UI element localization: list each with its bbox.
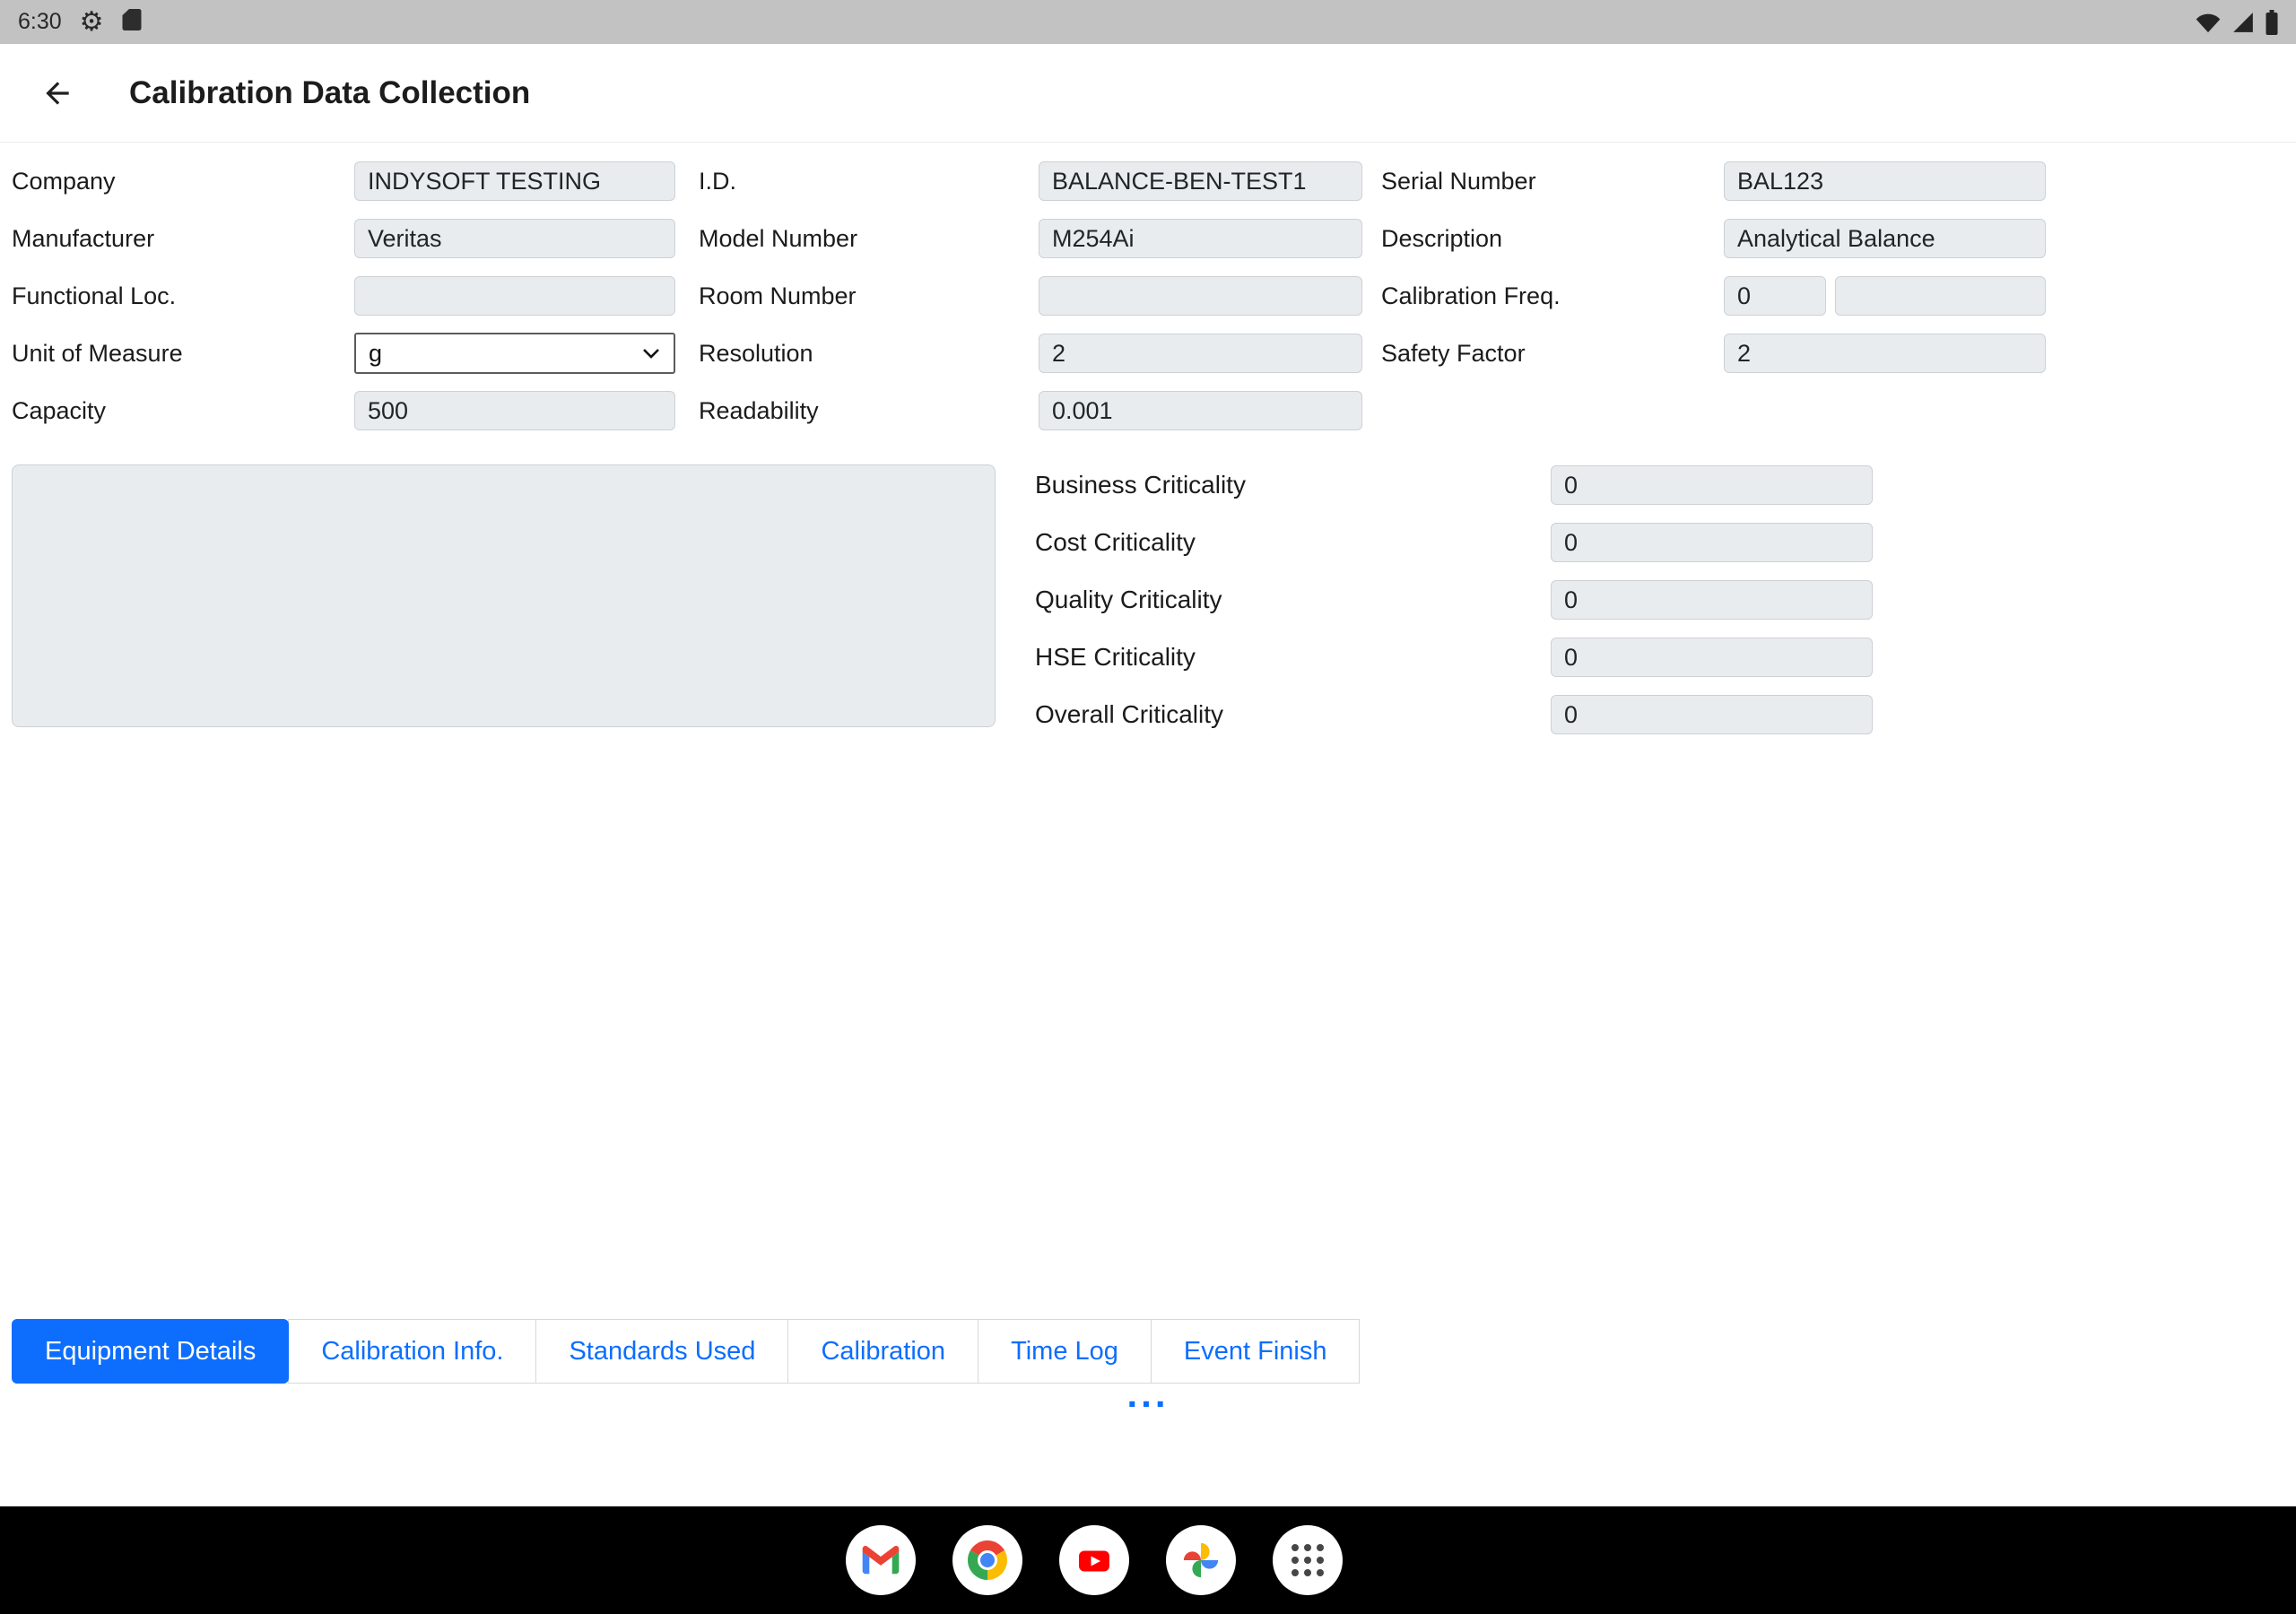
battery-icon	[2266, 10, 2278, 35]
company-input[interactable]	[354, 161, 675, 201]
tab-calibration[interactable]: Calibration	[787, 1319, 978, 1384]
sd-card-icon	[122, 8, 142, 36]
safety-factor-input[interactable]	[1724, 334, 2046, 373]
form-column-left: Company Manufacturer Functional Loc. Uni…	[12, 161, 675, 448]
unit-of-measure-select[interactable]: g	[354, 333, 675, 374]
tabs-overflow-dots[interactable]: ...	[0, 1375, 2296, 1413]
capacity-input[interactable]	[354, 391, 675, 430]
id-label: I.D.	[699, 168, 1039, 195]
wifi-icon	[2196, 10, 2221, 35]
criticality-section: Business Criticality Cost Criticality Qu…	[1035, 465, 1873, 752]
business-criticality-input[interactable]	[1551, 465, 1873, 505]
model-number-input[interactable]	[1039, 219, 1362, 258]
cost-criticality-label: Cost Criticality	[1035, 528, 1551, 557]
screen: 6:30 ⚙ Calibration Data Collection	[0, 0, 2296, 1614]
tab-equipment-details[interactable]: Equipment Details	[12, 1319, 289, 1384]
tab-standards-used[interactable]: Standards Used	[535, 1319, 788, 1384]
unit-of-measure-value: g	[369, 340, 382, 368]
taskbar-dock	[0, 1506, 2296, 1614]
overall-criticality-label: Overall Criticality	[1035, 700, 1551, 729]
calibration-freq-label: Calibration Freq.	[1381, 282, 1724, 310]
notes-textarea[interactable]	[12, 464, 996, 727]
tab-event-finish[interactable]: Event Finish	[1151, 1319, 1361, 1384]
unit-of-measure-label: Unit of Measure	[12, 340, 354, 368]
settings-gear-icon: ⚙	[80, 9, 104, 36]
hse-criticality-input[interactable]	[1551, 638, 1873, 677]
app-drawer-icon[interactable]	[1273, 1525, 1343, 1595]
quality-criticality-input[interactable]	[1551, 580, 1873, 620]
cellular-signal-icon	[2231, 11, 2255, 34]
google-photos-icon[interactable]	[1166, 1525, 1236, 1595]
readability-label: Readability	[699, 397, 1039, 425]
resolution-input[interactable]	[1039, 334, 1362, 373]
back-button[interactable]	[36, 72, 79, 115]
description-input[interactable]	[1724, 219, 2046, 258]
hse-criticality-label: HSE Criticality	[1035, 643, 1551, 672]
serial-number-label: Serial Number	[1381, 168, 1724, 195]
calibration-freq-secondary-input[interactable]	[1835, 276, 2046, 316]
business-criticality-label: Business Criticality	[1035, 471, 1551, 499]
company-label: Company	[12, 168, 354, 195]
gmail-icon[interactable]	[846, 1525, 916, 1595]
quality-criticality-label: Quality Criticality	[1035, 586, 1551, 614]
manufacturer-input[interactable]	[354, 219, 675, 258]
form-column-middle: I.D. Model Number Room Number Resolution…	[699, 161, 1362, 448]
functional-loc-label: Functional Loc.	[12, 282, 354, 310]
form-column-right: Serial Number Description Calibration Fr…	[1381, 161, 2046, 391]
page-title: Calibration Data Collection	[129, 75, 530, 111]
readability-input[interactable]	[1039, 391, 1362, 430]
capacity-label: Capacity	[12, 397, 354, 425]
cost-criticality-input[interactable]	[1551, 523, 1873, 562]
model-number-label: Model Number	[699, 225, 1039, 253]
resolution-label: Resolution	[699, 340, 1039, 368]
tab-calibration-info[interactable]: Calibration Info.	[288, 1319, 536, 1384]
app-header: Calibration Data Collection	[0, 44, 2296, 143]
overall-criticality-input[interactable]	[1551, 695, 1873, 734]
clock: 6:30	[18, 9, 62, 35]
room-number-label: Room Number	[699, 282, 1039, 310]
tab-time-log[interactable]: Time Log	[978, 1319, 1152, 1384]
description-label: Description	[1381, 225, 1724, 253]
functional-loc-input[interactable]	[354, 276, 675, 316]
manufacturer-label: Manufacturer	[12, 225, 354, 253]
calibration-freq-value-input[interactable]	[1724, 276, 1826, 316]
youtube-icon[interactable]	[1059, 1525, 1129, 1595]
status-bar: 6:30 ⚙	[0, 0, 2296, 44]
serial-number-input[interactable]	[1724, 161, 2046, 201]
chrome-icon[interactable]	[952, 1525, 1022, 1595]
safety-factor-label: Safety Factor	[1381, 340, 1724, 368]
id-input[interactable]	[1039, 161, 1362, 201]
chevron-down-icon	[641, 347, 661, 360]
room-number-input[interactable]	[1039, 276, 1362, 316]
